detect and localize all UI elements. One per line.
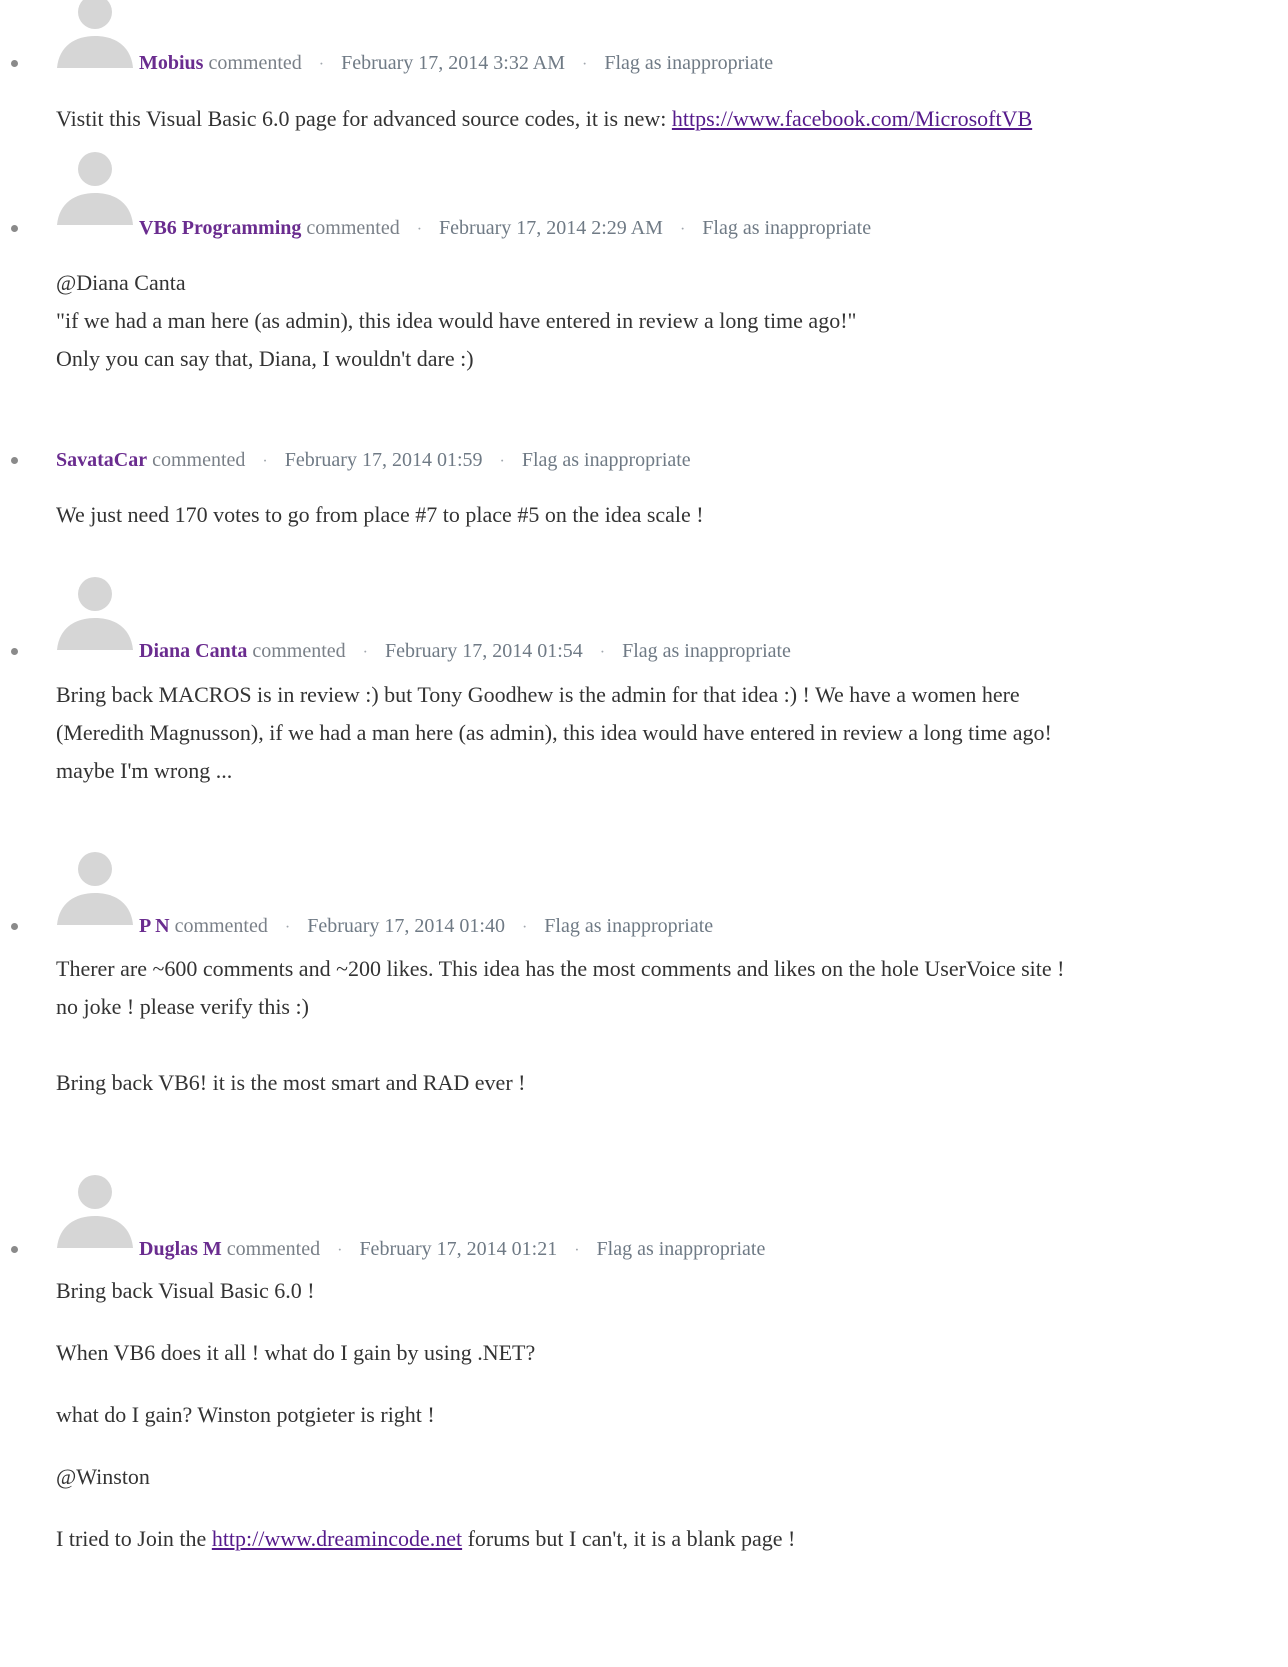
meta-separator: · [582, 56, 588, 73]
comment-author-link[interactable]: VB6 Programming [139, 217, 301, 239]
comment-text-span: forums but I can't, it is a blank page ! [462, 1526, 796, 1551]
meta-separator: · [679, 221, 686, 238]
list-bullet-icon [11, 60, 18, 67]
comment-line: We just need 170 votes to go from place … [56, 502, 704, 527]
comment-author-link[interactable]: P N [139, 915, 170, 937]
meta-separator: · [499, 453, 505, 470]
comment-verb: commented [252, 640, 346, 662]
meta-separator: · [284, 919, 291, 936]
user-avatar-icon [55, 570, 135, 650]
comment-author-link[interactable]: SavataCar [56, 449, 147, 471]
comment-date: February 17, 2014 3:32 AM [341, 52, 565, 74]
comment-line: Therer are ~600 comments and ~200 likes.… [56, 956, 1065, 981]
comment-date: February 17, 2014 01:54 [385, 640, 583, 662]
comment-body: Therer are ~600 comments and ~200 likes.… [56, 950, 1064, 1102]
comment-body: Vistit this Visual Basic 6.0 page for ad… [56, 100, 1032, 138]
comment-line: @Winston [56, 1464, 150, 1489]
flag-inappropriate-link[interactable]: Flag as inappropriate [604, 52, 773, 74]
comment-meta: P N commented · February 17, 2014 01:40 … [139, 913, 713, 941]
comment-meta: Mobius commented · February 17, 2014 3:3… [139, 50, 773, 78]
list-bullet-icon [11, 225, 18, 232]
meta-separator: · [521, 919, 528, 936]
comment-line-spacer [56, 1026, 1064, 1064]
comment-date: February 17, 2014 2:29 AM [439, 217, 663, 239]
comment-verb: commented [208, 52, 302, 74]
comment-line: no joke ! please verify this :) [56, 994, 309, 1019]
comment-line: "if we had a man here (as admin), this i… [56, 308, 857, 333]
comment-verb: commented [306, 217, 400, 239]
comment-line: Only you can say that, Diana, I wouldn't… [56, 346, 474, 371]
comment-date: February 17, 2014 01:21 [359, 1238, 558, 1260]
list-bullet-icon [11, 457, 18, 464]
comment-link[interactable]: https://www.facebook.com/MicrosoftVB [672, 106, 1032, 131]
comment-verb: commented [152, 449, 246, 471]
comment-text-span: Vistit this Visual Basic 6.0 page for ad… [56, 106, 672, 131]
flag-inappropriate-link[interactable]: Flag as inappropriate [597, 1238, 766, 1260]
comment-line: When VB6 does it all ! what do I gain by… [56, 1340, 536, 1365]
meta-separator: · [362, 644, 368, 661]
comment-line: Bring back VB6! it is the most smart and… [56, 1070, 526, 1095]
comment-line: (Meredith Magnusson), if we had a man he… [56, 720, 1052, 745]
comment-date: February 17, 2014 01:40 [307, 915, 505, 937]
user-avatar-icon [55, 0, 135, 68]
comment-body: We just need 170 votes to go from place … [56, 496, 704, 534]
comment-body: @Diana Canta "if we had a man here (as a… [56, 264, 857, 378]
meta-separator: · [416, 221, 423, 238]
comment-verb: commented [226, 1238, 321, 1260]
comment-meta: Diana Canta commented · February 17, 201… [139, 638, 791, 666]
comment-text: Vistit this Visual Basic 6.0 page for ad… [56, 100, 1032, 138]
meta-separator: · [318, 56, 325, 73]
list-bullet-icon [11, 923, 18, 930]
meta-separator: · [574, 1242, 580, 1259]
meta-separator: · [337, 1242, 343, 1259]
user-avatar-icon [55, 845, 135, 925]
comment-link[interactable]: http://www.dreamincode.net [212, 1526, 462, 1551]
comment-body: Bring back MACROS is in review :) but To… [56, 676, 1052, 790]
comment-author-link[interactable]: Duglas M [139, 1238, 222, 1260]
flag-inappropriate-link[interactable]: Flag as inappropriate [544, 915, 713, 937]
meta-separator: · [599, 644, 606, 661]
user-avatar-icon [55, 1168, 135, 1248]
comment-date: February 17, 2014 01:59 [284, 449, 483, 471]
list-bullet-icon [11, 1246, 18, 1253]
comment-line: Bring back MACROS is in review :) but To… [56, 682, 1020, 707]
comment-text-span: I tried to Join the [56, 1526, 212, 1551]
comment-line: I tried to Join the http://www.dreaminco… [56, 1524, 795, 1554]
flag-inappropriate-link[interactable]: Flag as inappropriate [702, 217, 871, 239]
comment-body: Bring back Visual Basic 6.0 ! When VB6 d… [56, 1276, 795, 1554]
user-avatar-icon [55, 145, 135, 225]
comment-line: what do I gain? Winston potgieter is rig… [56, 1402, 435, 1427]
comment-meta: SavataCar commented · February 17, 2014 … [56, 447, 691, 475]
flag-inappropriate-link[interactable]: Flag as inappropriate [622, 640, 791, 662]
comment-line: @Diana Canta [56, 270, 186, 295]
comment-line: maybe I'm wrong ... [56, 758, 233, 783]
flag-inappropriate-link[interactable]: Flag as inappropriate [522, 449, 691, 471]
meta-separator: · [262, 453, 268, 470]
comment-line: Bring back Visual Basic 6.0 ! [56, 1278, 315, 1303]
comment-author-link[interactable]: Mobius [139, 52, 203, 74]
comment-meta: Duglas M commented · February 17, 2014 0… [139, 1236, 765, 1264]
comment-author-link[interactable]: Diana Canta [139, 640, 247, 662]
comment-verb: commented [174, 915, 268, 937]
list-bullet-icon [11, 648, 18, 655]
comment-meta: VB6 Programming commented · February 17,… [139, 215, 871, 243]
